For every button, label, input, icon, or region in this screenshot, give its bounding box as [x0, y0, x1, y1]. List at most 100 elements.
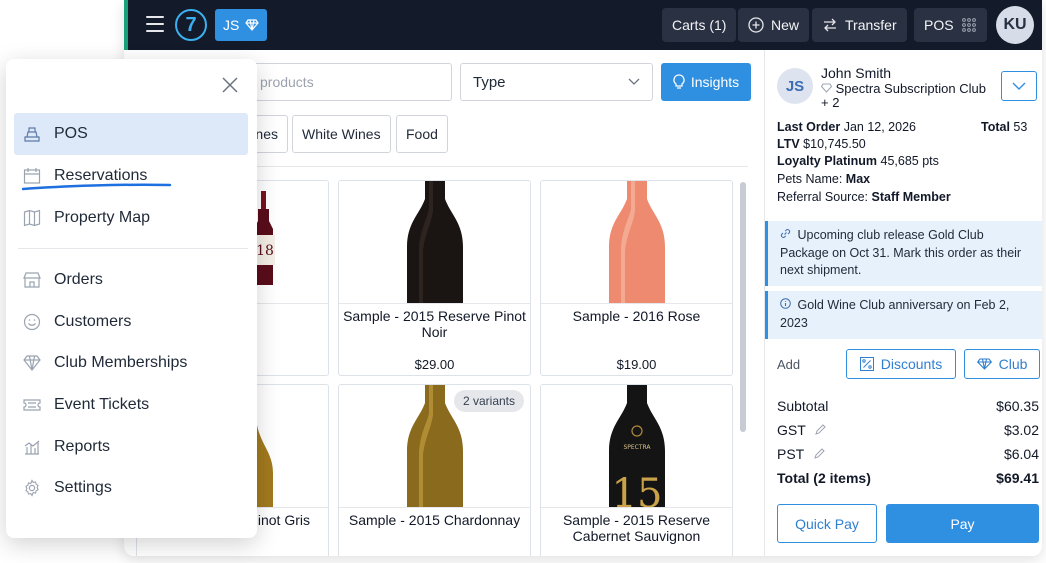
filter-chip-label: Food — [406, 126, 438, 142]
diamond-icon — [976, 358, 992, 370]
diamond-icon — [820, 83, 833, 93]
type-select[interactable]: Type — [460, 63, 653, 101]
grid-dots-icon — [961, 18, 976, 32]
product-scrollbar[interactable] — [740, 182, 746, 432]
nav-item-label: POS — [54, 125, 88, 142]
transfer-button[interactable]: Transfer — [812, 8, 907, 42]
add-label: Add — [777, 357, 801, 372]
pos-app-window: 7 JS Carts (1) New Transfer POS KU produ… — [124, 0, 1042, 556]
product-name: Sample - 2016 Rose — [572, 308, 701, 324]
diamond-icon — [22, 353, 42, 373]
nav-item-label: Event Tickets — [54, 396, 150, 413]
club-label: Club — [998, 356, 1028, 372]
hamburger-menu-icon[interactable] — [146, 16, 164, 32]
diamond-icon — [245, 19, 260, 31]
register-icon — [22, 124, 42, 144]
user-badge[interactable]: JS — [215, 9, 268, 41]
customer-name[interactable]: John Smith — [821, 65, 891, 81]
pets-line: Pets Name: Max — [777, 172, 871, 186]
nav-item-customers[interactable]: Customers — [14, 301, 248, 343]
search-placeholder: products — [260, 74, 314, 90]
link-icon — [780, 229, 791, 238]
bottle-brand-text: SPECTRA — [623, 444, 651, 451]
product-card[interactable]: Sample - 2015 Reserve Pinot Noir $29.00 — [338, 180, 531, 376]
product-name: Sample - 2015 Reserve Cabernet Sauvignon — [562, 512, 711, 544]
app-logo: 7 — [175, 9, 207, 41]
map-icon — [22, 208, 42, 228]
nav-item-label: Property Map — [54, 209, 151, 226]
transfer-arrows-icon — [824, 18, 836, 32]
ltv-line: LTV $10,745.50 — [777, 137, 866, 151]
nav-item-settings[interactable]: Settings — [14, 467, 248, 509]
nav-item-reports[interactable]: Reports — [14, 426, 248, 468]
insights-button[interactable]: Insights — [661, 63, 751, 101]
type-select-label: Type — [473, 73, 506, 91]
bottle-label-text: 18 — [256, 243, 274, 259]
filter-chip-label: White Wines — [302, 126, 381, 142]
pst-row: PST $6.04 — [777, 446, 1039, 462]
nav-item-label: Club Memberships — [54, 354, 188, 371]
customer-expand-button[interactable] — [1001, 71, 1037, 101]
quick-pay-button[interactable]: Quick Pay — [777, 504, 877, 543]
nav-item-club-memberships[interactable]: Club Memberships — [14, 342, 248, 384]
percent-icon — [859, 357, 874, 371]
product-price: $19.00 — [616, 357, 657, 372]
club-release-notice[interactable]: Upcoming club release Gold Club Package … — [765, 221, 1042, 286]
gst-row: GST $3.02 — [777, 422, 1039, 438]
store-icon — [22, 270, 42, 290]
pay-button[interactable]: Pay — [886, 504, 1039, 543]
info-icon — [780, 298, 791, 309]
gear-icon — [22, 478, 42, 498]
drawer-divider — [18, 248, 248, 249]
navigation-drawer: POS Reservations Property Map Orders Cus… — [6, 59, 257, 538]
product-card[interactable]: 2 variants Sample - 2015 Chardonnay — [338, 384, 531, 556]
filter-chip-white-wines[interactable]: White Wines — [292, 115, 391, 153]
pencil-icon[interactable] — [814, 447, 826, 459]
notice-text: Upcoming club release Gold Club Package … — [780, 228, 1022, 277]
customer-club: Spectra Subscription Club + 2 — [820, 81, 991, 110]
insights-label: Insights — [690, 74, 740, 90]
nav-item-pos[interactable]: POS — [14, 113, 248, 155]
ticket-icon — [22, 395, 42, 415]
anniversary-notice[interactable]: Gold Wine Club anniversary on Feb 2, 202… — [765, 291, 1042, 339]
bottle-number-text: 15 — [612, 471, 663, 508]
nav-item-label: Customers — [54, 313, 132, 330]
nav-item-orders[interactable]: Orders — [14, 259, 248, 301]
plus-circle-icon — [748, 17, 764, 33]
pos-switcher-button[interactable]: POS — [914, 8, 987, 42]
top-bar: 7 JS Carts (1) New Transfer POS KU — [124, 0, 1042, 50]
filter-chip-food[interactable]: Food — [396, 115, 448, 153]
pencil-icon[interactable] — [815, 423, 827, 435]
chevron-down-icon — [628, 78, 640, 85]
subtotal-row: Subtotal $60.35 — [777, 398, 1039, 414]
cart-side-panel: JS John Smith Spectra Subscription Club … — [764, 50, 1042, 556]
discounts-button[interactable]: Discounts — [846, 349, 956, 379]
new-button[interactable]: New — [738, 8, 810, 42]
customer-club-label: Spectra Subscription Club + 2 — [821, 81, 986, 110]
current-user-avatar[interactable]: KU — [996, 6, 1034, 44]
product-image — [339, 181, 530, 304]
carts-button[interactable]: Carts (1) — [662, 8, 737, 42]
product-name: Sample - 2015 Reserve Pinot Noir — [343, 308, 526, 340]
nav-item-property-map[interactable]: Property Map — [14, 197, 248, 239]
nav-item-label: Settings — [54, 479, 112, 496]
club-button[interactable]: Club — [964, 349, 1040, 379]
product-card[interactable]: SPECTRA 15 Sample - 2015 Reserve Caberne… — [540, 384, 733, 556]
smiley-icon — [22, 312, 42, 332]
product-name: Sample - 2015 Chardonnay — [348, 512, 521, 528]
product-price: $29.00 — [414, 357, 455, 372]
handdrawn-underline — [22, 183, 172, 191]
product-card[interactable]: Sample - 2016 Rose $19.00 — [540, 180, 733, 376]
bar-chart-icon — [22, 437, 42, 457]
nav-item-event-tickets[interactable]: Event Tickets — [14, 384, 248, 426]
close-icon[interactable] — [220, 75, 240, 95]
variants-badge: 2 variants — [453, 390, 524, 412]
total-orders-line: Total 53 — [981, 120, 1028, 134]
transfer-label: Transfer — [845, 17, 897, 33]
referral-line: Referral Source: Staff Member — [777, 190, 951, 204]
lightbulb-icon — [673, 74, 685, 89]
user-badge-label: JS — [223, 17, 240, 33]
total-row: Total (2 items) $69.41 — [777, 470, 1039, 486]
customer-avatar: JS — [777, 68, 813, 104]
loyalty-line: Loyalty Platinum 45,685 pts — [777, 154, 939, 168]
